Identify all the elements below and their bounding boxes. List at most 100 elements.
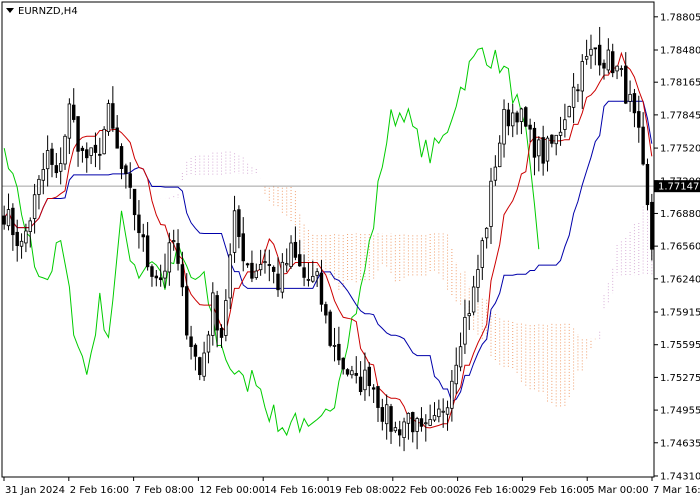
candle-body	[345, 369, 350, 375]
x-tick-label: 29 Feb 16:00	[523, 485, 589, 496]
candle-body	[72, 104, 76, 120]
candle-body	[163, 270, 167, 279]
candle-body	[224, 300, 228, 336]
price-chart[interactable]: 1.788051.784801.781651.778451.775201.772…	[0, 0, 700, 500]
candle-body	[328, 311, 332, 346]
candle-body	[480, 240, 485, 268]
candle-body	[58, 163, 63, 172]
candle-body	[615, 65, 619, 72]
candle-body	[289, 242, 293, 267]
candle-body	[576, 89, 580, 92]
y-tick-label: 1.75595	[660, 340, 700, 351]
chart-title: EURNZD,H4	[18, 6, 78, 17]
candle-body	[406, 412, 411, 424]
candle-body	[215, 295, 219, 331]
x-tick-label: 7 Feb 08:00	[135, 485, 194, 496]
x-tick-label: 7 Mar 16:00	[653, 485, 700, 496]
y-tick-label: 1.77845	[660, 110, 700, 121]
candle-body	[497, 142, 502, 168]
candle-body	[415, 418, 419, 432]
candle-body	[24, 230, 28, 244]
candle-body	[319, 272, 324, 305]
candle-body	[298, 254, 302, 267]
candle-body	[228, 254, 232, 299]
candle-body	[176, 243, 180, 264]
candle-body	[132, 188, 137, 216]
candle-body	[198, 357, 202, 376]
candle-body	[454, 364, 458, 385]
candle-body	[211, 292, 215, 336]
current-price-label: 1.77147	[658, 182, 699, 193]
candle-body	[437, 408, 441, 418]
y-tick-label: 1.75915	[660, 308, 700, 319]
chart-background	[0, 0, 700, 500]
candle-body	[50, 148, 54, 165]
candle-body	[267, 264, 272, 266]
candle-body	[532, 127, 537, 158]
candle-body	[119, 146, 124, 169]
candle-body	[67, 103, 72, 139]
x-tick-label: 19 Feb 08:00	[329, 485, 395, 496]
x-tick-label: 12 Feb 00:00	[199, 485, 265, 496]
candle-body	[137, 214, 141, 234]
candle-body	[337, 343, 341, 361]
candle-body	[276, 273, 280, 291]
candle-body	[111, 103, 115, 129]
candle-body	[254, 270, 258, 279]
candle-body	[411, 412, 415, 433]
candle-body	[550, 134, 554, 144]
candle-body	[54, 165, 59, 174]
candle-body	[341, 357, 345, 370]
candle-body	[98, 153, 102, 156]
candle-body	[571, 86, 576, 108]
candle-body	[245, 263, 250, 266]
candle-body	[541, 137, 545, 164]
y-tick-label: 1.76880	[660, 209, 700, 220]
candle-body	[102, 128, 106, 155]
candle-body	[389, 406, 393, 432]
candle-body	[467, 313, 471, 317]
candle-body	[311, 275, 315, 282]
candle-body	[28, 220, 32, 232]
candle-body	[263, 261, 267, 264]
candle-body	[645, 164, 650, 206]
candle-body	[354, 373, 358, 376]
candle-body	[380, 407, 385, 422]
candle-body	[171, 240, 176, 242]
candle-body	[511, 112, 515, 127]
candle-body	[376, 386, 380, 408]
candle-body	[167, 242, 172, 273]
candle-body	[463, 316, 467, 345]
candle-body	[545, 137, 550, 162]
candle-body	[41, 169, 45, 181]
candle-body	[563, 119, 567, 130]
candle-body	[641, 126, 645, 165]
candle-body	[141, 234, 145, 238]
candle-body	[280, 261, 285, 293]
candle-body	[293, 241, 298, 258]
candle-body	[393, 427, 398, 432]
candle-body	[6, 209, 11, 227]
x-tick-label: 31 Jan 2024	[5, 485, 65, 496]
candle-body	[358, 376, 363, 392]
candle-body	[489, 180, 493, 227]
candle-body	[398, 429, 402, 436]
candle-body	[128, 173, 132, 188]
y-tick-label: 1.78165	[660, 78, 700, 89]
y-tick-label: 1.76240	[660, 274, 700, 285]
candle-body	[628, 93, 632, 102]
candle-body	[632, 93, 637, 114]
candle-body	[554, 134, 558, 145]
candle-body	[19, 240, 24, 247]
price-axis: 1.788051.784801.781651.778451.775201.772…	[654, 12, 700, 482]
candle-body	[593, 47, 598, 50]
candle-body	[258, 264, 263, 271]
candle-body	[371, 387, 376, 390]
candle-body	[637, 111, 641, 128]
candle-body	[37, 178, 41, 195]
candle-body	[428, 419, 432, 426]
x-tick-label: 5 Mar 00:00	[588, 485, 648, 496]
candle-body	[241, 233, 245, 262]
candle-body	[106, 103, 111, 132]
candle-body	[502, 109, 506, 145]
